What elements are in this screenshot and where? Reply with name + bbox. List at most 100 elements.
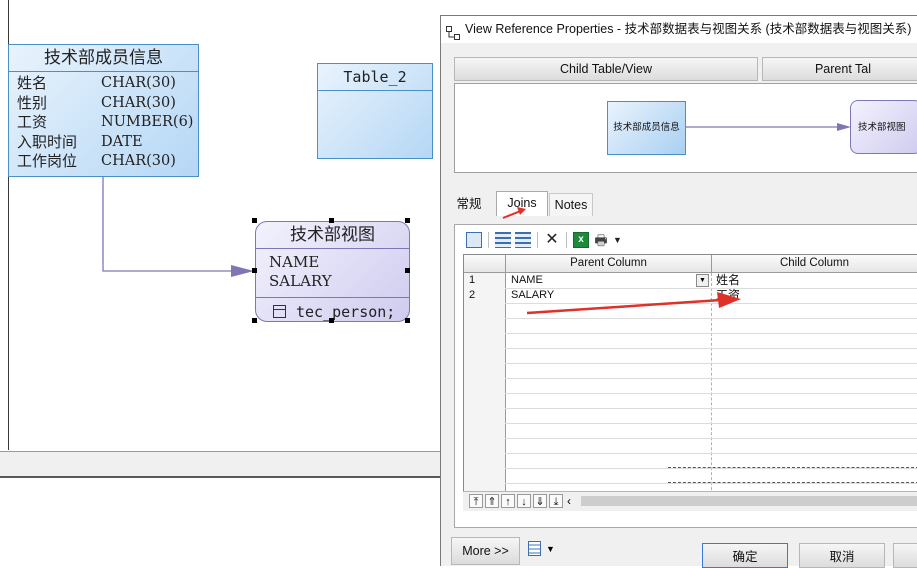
column-name: 工作岗位 (17, 152, 78, 170)
joins-toolbar: ✕ x 🖶 ▼ (466, 232, 622, 248)
row-header[interactable] (464, 438, 505, 453)
reference-icon (446, 23, 460, 40)
child-column-cell[interactable]: 姓名 (716, 273, 740, 288)
table-column-row: 入职时间 DATE (17, 133, 198, 153)
column-type: NUMBER(6) (101, 114, 194, 130)
row-header[interactable] (464, 423, 505, 438)
row-header[interactable] (464, 318, 505, 333)
chevron-down-icon[interactable]: ▼ (613, 235, 622, 245)
column-type: CHAR(30) (101, 153, 176, 169)
column-name: 姓名 (17, 74, 48, 92)
scroll-left-icon[interactable]: ‹ (567, 494, 571, 508)
insert-row-icon[interactable] (495, 232, 511, 248)
document-icon[interactable] (528, 541, 541, 556)
grid-row-line (464, 318, 917, 319)
resize-handle[interactable] (405, 318, 410, 323)
cancel-button[interactable]: 取消 (799, 543, 885, 568)
grid-dashed-line (668, 467, 917, 468)
parent-column-cell[interactable]: NAME (511, 273, 543, 288)
ok-button[interactable]: 确定 (702, 543, 788, 568)
grid-row-line (464, 408, 917, 409)
table-title: 技术部成员信息 (9, 45, 198, 72)
grid-row-line (464, 363, 917, 364)
row-header[interactable] (464, 408, 505, 423)
excel-export-icon[interactable]: x (573, 232, 589, 248)
preview-child-node: 技术部视图 (850, 100, 917, 154)
move-bottom-icon[interactable]: ⤓ (549, 494, 563, 508)
more-button[interactable]: More >> (451, 537, 520, 565)
move-down-icon[interactable]: ↓ (517, 494, 531, 508)
annotation-arrow-small (502, 207, 526, 219)
dialog-titlebar[interactable]: View Reference Properties - 技术部数据表与视图关系 … (441, 16, 917, 43)
row-header[interactable] (464, 378, 505, 393)
grid-row-line (464, 378, 917, 379)
table-2[interactable]: Table_2 (317, 63, 433, 159)
row-header[interactable] (464, 468, 505, 483)
table-columns: 姓名 CHAR(30) 性别 CHAR(30) 工资 NUMBER(6) 入职时间 DATE 工… (9, 72, 198, 172)
table-column-row: 性别 CHAR(30) (17, 94, 198, 114)
canvas-bottom-border (0, 476, 440, 478)
grid-navigation-bar: ⤒ ⇑ ↑ ↓ ⇓ ⤓ ‹ (463, 491, 917, 511)
column-type: CHAR(30) (101, 75, 176, 91)
row-header[interactable]: 2 (464, 288, 505, 303)
row-header[interactable] (464, 453, 505, 468)
grid-dashed-line (668, 482, 917, 483)
parent-column-dropdown[interactable]: ▼ (696, 274, 709, 287)
tab-notes[interactable]: Notes (549, 193, 593, 216)
resize-handle[interactable] (405, 268, 410, 273)
dialog-title: View Reference Properties - 技术部数据表与视图关系 … (465, 22, 912, 36)
options-menu[interactable]: ▼ (528, 541, 555, 556)
add-row-icon[interactable] (515, 232, 531, 248)
preview-arrow (685, 123, 851, 131)
preview-parent-node: 技术部成员信息 (607, 101, 686, 155)
child-table-view-button[interactable]: Child Table/View (454, 57, 758, 81)
move-top-icon[interactable]: ⤒ (469, 494, 483, 508)
row-header[interactable] (464, 303, 505, 318)
properties-icon[interactable] (466, 232, 482, 248)
delete-icon[interactable]: ✕ (544, 232, 560, 248)
row-header-divider (505, 273, 506, 505)
row-header[interactable] (464, 363, 505, 378)
table-title: Table_2 (318, 64, 432, 91)
grid-row-line (464, 348, 917, 349)
column-type: CHAR(30) (101, 94, 176, 111)
resize-handle[interactable] (329, 318, 334, 323)
grid-row-line (464, 483, 917, 484)
resize-handle[interactable] (252, 268, 257, 273)
canvas-scrollbar[interactable] (0, 452, 440, 476)
column-header-parent[interactable]: Parent Column (506, 255, 712, 273)
column-name: 工资 (17, 113, 48, 131)
apply-button[interactable] (893, 543, 917, 568)
annotation-arrow-large (526, 292, 741, 315)
resize-handle[interactable] (329, 218, 334, 223)
parent-table-button[interactable]: Parent Tal (762, 57, 917, 81)
row-header[interactable] (464, 348, 505, 363)
horizontal-scrollbar[interactable] (581, 496, 917, 506)
chevron-down-icon[interactable]: ▼ (546, 544, 555, 554)
column-header-child[interactable]: Child Column (712, 255, 917, 273)
grid-row-line (464, 453, 917, 454)
move-page-down-icon[interactable]: ⇓ (533, 494, 547, 508)
view-query: tec_person; (296, 302, 396, 321)
column-name: 性别 (17, 93, 48, 112)
grid-row-line (464, 423, 917, 424)
row-header[interactable]: 1 (464, 273, 505, 288)
table-tech-members[interactable]: 技术部成员信息 姓名 CHAR(30) 性别 CHAR(30) 工资 NUMBER(6) 入… (8, 44, 199, 177)
row-header[interactable] (464, 333, 505, 348)
grid-row-line (464, 468, 917, 469)
move-up-icon[interactable]: ↑ (501, 494, 515, 508)
resize-handle[interactable] (405, 218, 410, 223)
view-column: SALARY (269, 272, 332, 290)
grid-row-line (464, 333, 917, 334)
table-column-row: 姓名 CHAR(30) (17, 74, 198, 94)
tab-general[interactable]: 常规 (454, 193, 484, 215)
view-tech-department[interactable]: 技术部视图 NAME SALARY tec_person; (255, 221, 410, 322)
resize-handle[interactable] (252, 218, 257, 223)
column-type: DATE (101, 133, 143, 150)
resize-handle[interactable] (252, 318, 257, 323)
row-header[interactable] (464, 393, 505, 408)
relation-preview: 技术部成员信息 技术部视图 (454, 83, 917, 173)
move-page-up-icon[interactable]: ⇑ (485, 494, 499, 508)
print-icon[interactable]: 🖶 (593, 232, 609, 248)
view-column: NAME (269, 253, 320, 271)
